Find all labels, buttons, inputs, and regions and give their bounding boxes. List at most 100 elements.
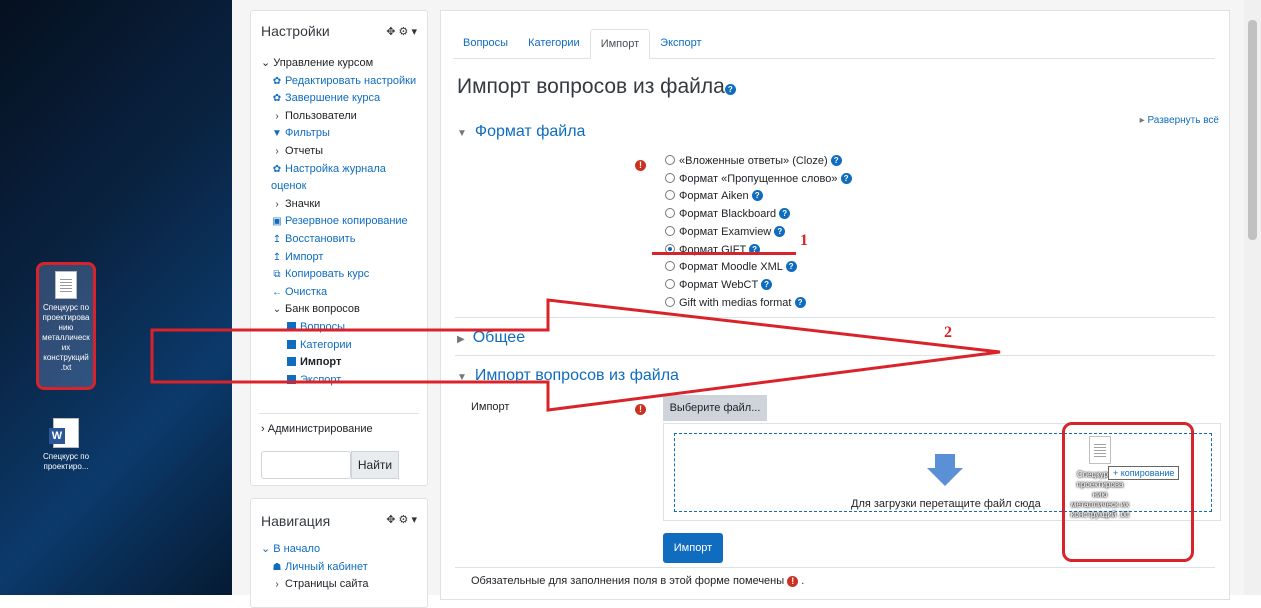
chevron-right-icon: › bbox=[275, 145, 279, 157]
page-scrollbar[interactable] bbox=[1244, 0, 1261, 595]
tree-item-questions[interactable]: Вопросы bbox=[261, 319, 416, 337]
nav-item-home[interactable]: ⌄ В начало bbox=[261, 541, 369, 559]
filter-icon: ▼ bbox=[272, 128, 282, 140]
chevron-right-icon: ▶ bbox=[457, 334, 465, 345]
search-button[interactable]: Найти bbox=[351, 451, 399, 479]
import-button[interactable]: Импорт bbox=[663, 533, 723, 563]
tree-item-course-completion[interactable]: ✿ Завершение курса bbox=[261, 90, 416, 108]
tree-item-course-admin[interactable]: ⌄ Управление курсом bbox=[261, 55, 416, 73]
section-import-file[interactable]: ▼ Импорт вопросов из файла bbox=[457, 367, 679, 385]
radio-button[interactable] bbox=[665, 172, 675, 183]
tab-categories[interactable]: Категории bbox=[518, 29, 590, 58]
chevron-right-icon: › bbox=[275, 198, 279, 210]
expand-all-link[interactable]: ▸ Развернуть всё bbox=[1140, 115, 1219, 126]
page-title: Импорт вопросов из файла? bbox=[457, 75, 736, 99]
help-icon[interactable]: ? bbox=[751, 190, 763, 202]
chevron-right-icon: › bbox=[261, 423, 268, 435]
desktop-file-label: Спецкурс по проектиро... bbox=[42, 452, 90, 471]
tree-item-categories[interactable]: Категории bbox=[261, 337, 416, 355]
help-icon[interactable]: ? bbox=[774, 225, 786, 237]
tree-item-reports[interactable]: › Отчеты bbox=[261, 143, 416, 161]
section-general[interactable]: ▶ Общее bbox=[457, 329, 525, 347]
settings-search-input[interactable] bbox=[261, 451, 351, 479]
tree-item-reset[interactable]: ← Очистка bbox=[261, 284, 416, 302]
gear-icon: ✿ bbox=[272, 93, 282, 105]
chevron-right-icon: › bbox=[275, 579, 279, 591]
annotation-mark-2: 2 bbox=[944, 324, 952, 341]
help-icon[interactable]: ? bbox=[761, 278, 773, 290]
settings-title: Настройки bbox=[261, 23, 330, 39]
help-icon[interactable]: ? bbox=[830, 155, 842, 166]
radio-button[interactable] bbox=[665, 155, 675, 165]
radio-button[interactable] bbox=[665, 261, 675, 272]
gear-icon: ✿ bbox=[272, 75, 282, 87]
format-option-gift[interactable]: Формат GIFT ? bbox=[665, 242, 852, 260]
desktop-file-txt[interactable]: Спецкурс по проектирова нию металлическ … bbox=[36, 262, 96, 390]
required-note: Обязательные для заполнения поля в этой … bbox=[471, 575, 805, 587]
tree-item-badges[interactable]: › Значки bbox=[261, 196, 416, 214]
copy-icon: ⧉ bbox=[273, 269, 281, 281]
chevron-down-icon: ⌄ bbox=[261, 57, 274, 69]
tree-item-question-bank[interactable]: ⌄ Банк вопросов bbox=[261, 301, 416, 319]
choose-file-button[interactable]: Выберите файл... bbox=[663, 395, 767, 421]
tree-item-backup[interactable]: ▣ Резервное копирование bbox=[261, 213, 416, 231]
section-file-format[interactable]: ▼ Формат файла bbox=[457, 123, 585, 141]
tree-item-users[interactable]: › Пользователи bbox=[261, 108, 416, 126]
radio-button[interactable] bbox=[665, 296, 675, 307]
format-option-blackboard[interactable]: Формат Blackboard ? bbox=[665, 206, 852, 224]
help-icon[interactable]: ? bbox=[794, 296, 806, 308]
navigation-tree: ⌄ В начало ☗ Личный кабинет › Страницы сай… bbox=[261, 541, 369, 594]
word-file-icon: W bbox=[49, 418, 79, 448]
format-option-aiken[interactable]: Формат Aiken ? bbox=[665, 188, 852, 206]
tree-item-filters[interactable]: ▼ Фильтры bbox=[261, 125, 416, 143]
settings-search: Найти bbox=[261, 451, 401, 479]
help-icon[interactable]: ? bbox=[779, 208, 791, 220]
tree-item-restore[interactable]: ↥ Восстановить bbox=[261, 231, 416, 249]
tree-item-import[interactable]: ↥ Импорт bbox=[261, 249, 416, 267]
square-icon bbox=[287, 339, 296, 349]
arrow-left-icon: ← bbox=[272, 286, 282, 298]
chevron-down-icon: ⌄ bbox=[261, 543, 274, 555]
nav-item-site-pages[interactable]: › Страницы сайта bbox=[261, 576, 368, 594]
help-icon[interactable]: ? bbox=[785, 261, 797, 273]
chevron-right-icon: › bbox=[275, 110, 279, 122]
help-icon[interactable]: ? bbox=[840, 172, 852, 184]
format-option-examview[interactable]: Формат Examview ? bbox=[665, 224, 852, 242]
block-controls-icon[interactable]: ✥ ⚙ ▾ bbox=[386, 513, 417, 526]
tree-item-administration[interactable]: › Администрирование bbox=[261, 421, 373, 439]
tab-import[interactable]: Импорт bbox=[589, 29, 651, 59]
format-option-cloze[interactable]: «Вложенные ответы» (Cloze) ? bbox=[665, 153, 852, 171]
divider bbox=[259, 413, 419, 414]
format-option-webct[interactable]: Формат WebCT ? bbox=[665, 277, 852, 295]
annotation-mark-1: 1 bbox=[800, 232, 808, 249]
format-option-moodlexml[interactable]: Формат Moodle XML ? bbox=[665, 259, 852, 277]
tree-item-export[interactable]: Экспорт bbox=[261, 372, 416, 390]
block-controls-icon[interactable]: ✥ ⚙ ▾ bbox=[386, 25, 417, 38]
backup-icon: ▣ bbox=[272, 216, 282, 228]
tab-questions[interactable]: Вопросы bbox=[453, 29, 518, 58]
tree-item-gradebook[interactable]: ✿ Настройка журнала оценок bbox=[261, 161, 411, 196]
gear-icon: ✿ bbox=[272, 163, 282, 175]
required-icon: ! bbox=[635, 157, 646, 171]
desktop: Спецкурс по проектирова нию металлическ … bbox=[0, 0, 232, 595]
tab-export[interactable]: Экспорт bbox=[650, 29, 711, 58]
radio-button[interactable] bbox=[665, 225, 675, 236]
radio-button[interactable] bbox=[665, 190, 675, 201]
radio-button[interactable] bbox=[665, 208, 675, 219]
nav-item-dashboard[interactable]: ☗ Личный кабинет bbox=[261, 559, 369, 577]
upload-icon: ↥ bbox=[272, 233, 282, 245]
format-option-missingword[interactable]: Формат «Пропущенное слово» ? bbox=[665, 171, 852, 189]
square-icon bbox=[287, 374, 296, 384]
tree-item-copy-course[interactable]: ⧉ Копировать курс bbox=[261, 266, 416, 284]
help-icon[interactable]: ? bbox=[724, 84, 736, 95]
desktop-file-docx[interactable]: W Спецкурс по проектиро... bbox=[36, 418, 96, 472]
arrow-down-icon bbox=[927, 454, 963, 486]
tree-item-qb-import[interactable]: Импорт bbox=[261, 354, 416, 372]
scrollbar-thumb[interactable] bbox=[1248, 20, 1257, 240]
chevron-down-icon: ▼ bbox=[457, 128, 467, 139]
required-icon: ! bbox=[635, 401, 646, 415]
tree-item-edit-settings[interactable]: ✿ Редактировать настройки bbox=[261, 73, 416, 91]
format-option-giftmedia[interactable]: Gift with medias format ? bbox=[665, 295, 852, 313]
settings-block: Настройки ✥ ⚙ ▾ ⌄ Управление курсом ✿ Ред… bbox=[250, 10, 428, 486]
radio-button[interactable] bbox=[665, 278, 675, 289]
